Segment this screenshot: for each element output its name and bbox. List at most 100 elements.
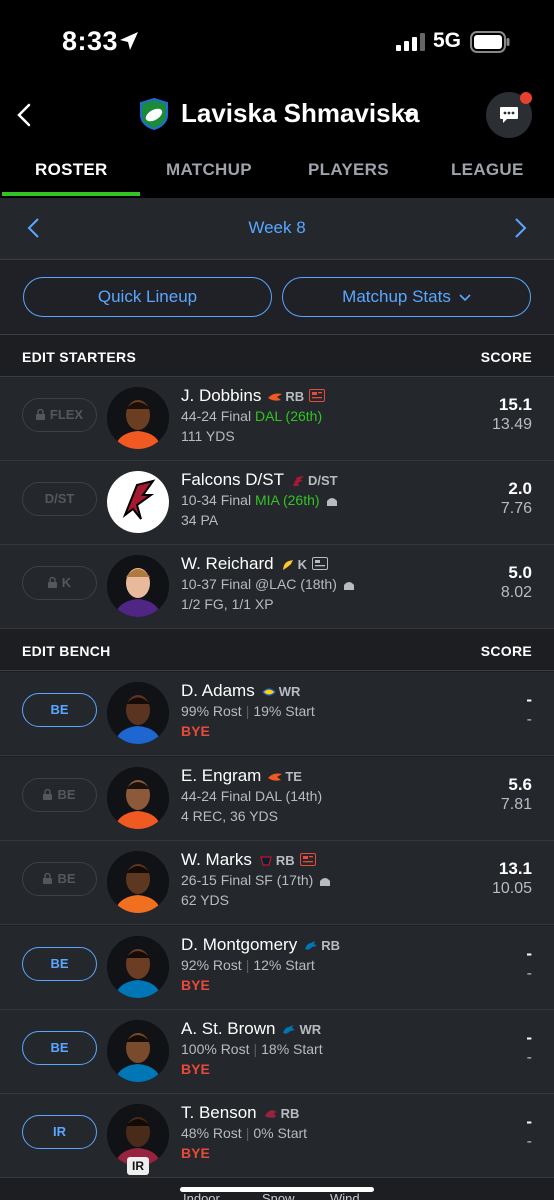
news-icon[interactable] (311, 557, 328, 570)
injury-reserve-badge: IR (127, 1157, 149, 1175)
player-headshot-icon (107, 936, 169, 998)
projected-points: - (526, 1133, 532, 1150)
player-row[interactable]: BE E. Engram TE 44-24 Final DAL (14th) 4 … (0, 757, 554, 841)
player-position: TE (285, 769, 302, 784)
vikings-logo-icon (282, 559, 293, 570)
player-row[interactable]: IR IR T. Benson RB 48% Rost | 0% Start BYE … (0, 1094, 554, 1178)
player-row[interactable]: K W. Reichard K 10-37 Final @LAC (18th) 1… (0, 545, 554, 629)
player-position: D/ST (307, 473, 338, 488)
player-row[interactable]: BE D. Adams WR 99% Rost | 19% Start BYE - - (0, 672, 554, 756)
week-label[interactable]: Week 8 (0, 218, 554, 238)
player-avatar[interactable] (107, 682, 169, 744)
game-status: Final (220, 576, 252, 592)
opponent: DAL (14th) (254, 788, 323, 804)
projected-points: - (526, 965, 532, 982)
player-row[interactable]: FLEX J. Dobbins RB 44-24 Final DAL (26th)… (0, 377, 554, 461)
actual-points: - (526, 944, 532, 963)
tab-players[interactable]: PLAYERS (308, 160, 389, 180)
player-row[interactable]: BE W. Marks RB 26-15 Final SF (17th) 62 Y… (0, 841, 554, 925)
player-name[interactable]: D. Montgomery (181, 935, 297, 954)
team-dropdown-icon[interactable] (402, 110, 416, 120)
matchup-stats-button[interactable]: Matchup Stats (282, 277, 531, 317)
tab-matchup[interactable]: MATCHUP (166, 160, 252, 180)
tab-roster[interactable]: ROSTER (35, 160, 108, 180)
team-name[interactable]: Laviska Shmaviska (181, 98, 420, 129)
falcons-logo-icon (107, 471, 169, 533)
roster-percent: 99% Rost (181, 703, 242, 719)
player-name[interactable]: D. Adams (181, 681, 255, 700)
bye-label: BYE (181, 1061, 210, 1077)
actual-points: 15.1 (498, 395, 532, 414)
player-avatar[interactable] (107, 471, 169, 533)
legend-indoor: Indoor (183, 1191, 220, 1200)
opponent: SF (17th) (254, 872, 314, 888)
player-headshot-icon (107, 387, 169, 449)
bench-section-header: EDIT BENCH SCORE (0, 629, 554, 671)
player-name[interactable]: W. Reichard (181, 554, 274, 573)
actual-points: 13.1 (498, 859, 532, 878)
player-name[interactable]: T. Benson (181, 1103, 257, 1122)
next-week-icon[interactable] (510, 216, 530, 240)
starters-title[interactable]: EDIT STARTERS (22, 349, 136, 365)
tab-league[interactable]: LEAGUE (451, 160, 524, 180)
stat-line: 34 PA (181, 512, 219, 528)
player-headshot-icon (107, 682, 169, 744)
player-avatar[interactable] (107, 767, 169, 829)
player-name[interactable]: W. Marks (181, 850, 252, 869)
player-avatar[interactable] (107, 387, 169, 449)
player-name[interactable]: E. Engram (181, 766, 261, 785)
news-icon[interactable] (299, 853, 316, 866)
player-headshot-icon (107, 555, 169, 617)
action-bar: Quick Lineup Matchup Stats (0, 261, 554, 335)
stat-line: 111 YDS (181, 428, 235, 444)
opponent: DAL (26th) (254, 408, 323, 424)
player-avatar[interactable] (107, 936, 169, 998)
quick-lineup-label: Quick Lineup (97, 287, 198, 306)
player-headshot-icon (107, 851, 169, 913)
slot-label: BE (50, 702, 69, 717)
slot-label: FLEX (49, 407, 84, 422)
cellular-signal-icon (396, 33, 425, 51)
player-avatar[interactable] (107, 1020, 169, 1082)
player-name[interactable]: J. Dobbins (181, 386, 261, 405)
player-name[interactable]: Falcons D/ST (181, 470, 284, 489)
team-logo-icon (140, 98, 168, 130)
slot-button[interactable]: IR (22, 1115, 97, 1149)
actual-points: - (526, 690, 532, 709)
player-avatar[interactable] (107, 851, 169, 913)
news-icon[interactable] (309, 389, 326, 402)
player-row[interactable]: D/ST Falcons D/ST D/ST 10-34 Final MIA (2… (0, 461, 554, 545)
lock-icon (47, 577, 57, 588)
chat-bubble-icon (500, 107, 518, 123)
actual-points: 5.6 (508, 775, 532, 794)
roster-percent: 48% Rost (181, 1125, 242, 1141)
player-position: RB (280, 1106, 300, 1121)
slot-button[interactable]: BE (22, 947, 97, 981)
starters-section-header: EDIT STARTERS SCORE (0, 335, 554, 377)
slot-button[interactable]: BE (22, 693, 97, 727)
player-avatar[interactable] (107, 555, 169, 617)
player-name[interactable]: A. St. Brown (181, 1019, 275, 1038)
back-chevron-icon[interactable] (10, 100, 40, 130)
home-indicator[interactable] (180, 1187, 374, 1192)
bye-label: BYE (181, 723, 210, 739)
slot-label: D/ST (44, 491, 75, 506)
location-arrow-icon (120, 32, 138, 50)
game-score: 26-15 (181, 872, 217, 888)
quick-lineup-button[interactable]: Quick Lineup (23, 277, 272, 317)
player-headshot-icon (107, 1020, 169, 1082)
game-score: 44-24 (181, 788, 217, 804)
broncos-logo-icon (268, 393, 283, 401)
bench-title[interactable]: EDIT BENCH (22, 643, 111, 659)
game-score: 44-24 (181, 408, 217, 424)
player-row[interactable]: BE D. Montgomery RB 92% Rost | 12% Start BY… (0, 926, 554, 1010)
status-time: 8:33 (62, 26, 119, 56)
cardinals-logo-icon (264, 1109, 277, 1118)
projected-points: - (526, 711, 532, 728)
legend-snow: Snow (262, 1191, 295, 1200)
stat-line: 62 YDS (181, 892, 229, 908)
actual-points: 5.0 (508, 563, 532, 582)
player-row[interactable]: BE A. St. Brown WR 100% Rost | 18% Start BY… (0, 1010, 554, 1094)
slot-button[interactable]: BE (22, 1031, 97, 1065)
slot-label: IR (53, 1124, 66, 1139)
